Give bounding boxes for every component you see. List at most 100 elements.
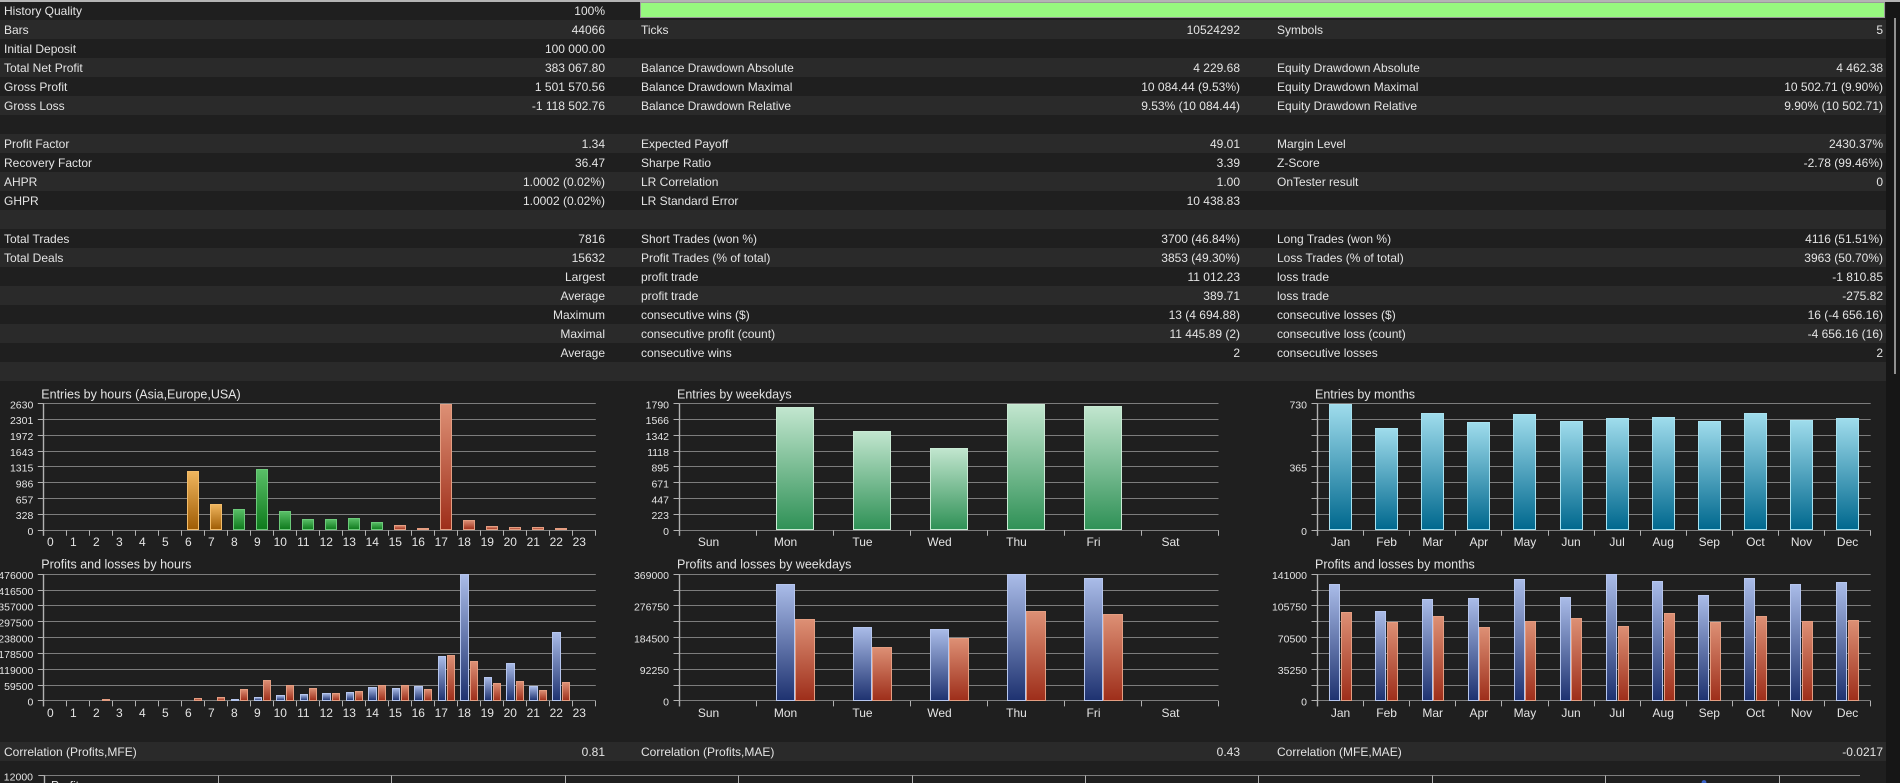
svg-text:0: 0 xyxy=(47,535,54,549)
svg-text:Sep: Sep xyxy=(1699,706,1721,720)
svg-text:2630: 2630 xyxy=(10,399,34,411)
svg-text:21: 21 xyxy=(527,706,541,720)
svg-text:Jul: Jul xyxy=(1609,706,1624,720)
svg-text:Aug: Aug xyxy=(1653,706,1674,720)
svg-text:0: 0 xyxy=(27,526,33,538)
svg-text:Entries by months: Entries by months xyxy=(1315,387,1415,401)
svg-text:7: 7 xyxy=(208,535,215,549)
svg-text:1: 1 xyxy=(70,706,77,720)
svg-text:365: 365 xyxy=(1289,463,1307,475)
svg-text:3: 3 xyxy=(116,706,123,720)
svg-text:17: 17 xyxy=(435,706,449,720)
svg-text:184500: 184500 xyxy=(634,633,669,645)
svg-text:59500: 59500 xyxy=(4,681,33,693)
svg-text:Jan: Jan xyxy=(1331,706,1350,720)
svg-text:14: 14 xyxy=(366,706,380,720)
svg-text:Sat: Sat xyxy=(1161,706,1180,720)
svg-text:276750: 276750 xyxy=(634,602,669,614)
svg-text:May: May xyxy=(1514,535,1537,549)
svg-text:Jun: Jun xyxy=(1561,706,1580,720)
svg-text:Feb: Feb xyxy=(1376,535,1397,549)
svg-text:416500: 416500 xyxy=(0,586,33,598)
svg-text:10: 10 xyxy=(274,706,288,720)
svg-text:Tue: Tue xyxy=(852,535,873,549)
svg-text:Mar: Mar xyxy=(1422,706,1443,720)
svg-text:9: 9 xyxy=(254,535,261,549)
svg-text:Nov: Nov xyxy=(1791,706,1812,720)
svg-text:11: 11 xyxy=(297,706,310,720)
svg-text:19: 19 xyxy=(481,535,495,549)
svg-text:Entries by hours (Asia,Europe,: Entries by hours (Asia,Europe,USA) xyxy=(41,387,240,401)
svg-text:2301: 2301 xyxy=(10,415,34,427)
svg-text:0: 0 xyxy=(27,697,33,709)
svg-text:Profits: Profits xyxy=(51,779,85,783)
svg-text:Dec: Dec xyxy=(1837,706,1858,720)
svg-text:Mon: Mon xyxy=(774,535,797,549)
svg-text:357000: 357000 xyxy=(0,602,33,614)
svg-text:1972: 1972 xyxy=(10,431,34,443)
svg-text:0: 0 xyxy=(663,526,669,538)
svg-text:35250: 35250 xyxy=(1278,665,1307,677)
svg-text:92250: 92250 xyxy=(640,665,669,677)
svg-text:Apr: Apr xyxy=(1469,706,1488,720)
svg-text:20: 20 xyxy=(504,706,518,720)
svg-text:Jun: Jun xyxy=(1561,535,1580,549)
svg-text:Sun: Sun xyxy=(698,706,719,720)
svg-text:Thu: Thu xyxy=(1006,535,1027,549)
svg-text:Tue: Tue xyxy=(852,706,873,720)
svg-text:671: 671 xyxy=(651,478,669,490)
svg-text:0: 0 xyxy=(1301,697,1307,709)
svg-text:23: 23 xyxy=(573,706,587,720)
svg-text:Profits and losses by hours: Profits and losses by hours xyxy=(41,557,191,571)
svg-text:23: 23 xyxy=(573,535,587,549)
svg-text:Apr: Apr xyxy=(1469,535,1488,549)
svg-text:141000: 141000 xyxy=(1272,570,1307,582)
svg-text:0: 0 xyxy=(47,706,54,720)
svg-text:2: 2 xyxy=(93,535,100,549)
svg-text:16: 16 xyxy=(412,535,426,549)
svg-text:13: 13 xyxy=(343,706,357,720)
svg-text:986: 986 xyxy=(16,478,34,490)
svg-text:11: 11 xyxy=(297,535,310,549)
svg-text:1315: 1315 xyxy=(10,463,34,475)
svg-text:730: 730 xyxy=(1289,399,1307,411)
svg-text:21: 21 xyxy=(527,535,541,549)
svg-text:Dec: Dec xyxy=(1837,535,1858,549)
svg-text:6: 6 xyxy=(185,535,192,549)
svg-text:9: 9 xyxy=(254,706,261,720)
svg-text:Feb: Feb xyxy=(1376,706,1397,720)
svg-text:1342: 1342 xyxy=(646,431,670,443)
svg-text:16: 16 xyxy=(412,706,426,720)
svg-text:Sat: Sat xyxy=(1161,535,1180,549)
svg-text:1643: 1643 xyxy=(10,447,34,459)
svg-text:22: 22 xyxy=(550,706,564,720)
svg-text:369000: 369000 xyxy=(634,570,669,582)
svg-text:18: 18 xyxy=(458,535,472,549)
svg-text:5: 5 xyxy=(162,706,169,720)
svg-text:Nov: Nov xyxy=(1791,535,1812,549)
svg-text:22: 22 xyxy=(550,535,564,549)
svg-text:1790: 1790 xyxy=(646,399,670,411)
svg-text:5: 5 xyxy=(162,535,169,549)
svg-text:Wed: Wed xyxy=(927,706,951,720)
svg-text:119000: 119000 xyxy=(0,665,33,677)
svg-text:4: 4 xyxy=(139,706,146,720)
svg-text:Aug: Aug xyxy=(1653,535,1674,549)
svg-text:Oct: Oct xyxy=(1746,535,1765,549)
svg-text:18: 18 xyxy=(458,706,472,720)
svg-text:1118: 1118 xyxy=(647,447,669,459)
svg-text:Sun: Sun xyxy=(698,535,719,549)
svg-text:Fri: Fri xyxy=(1087,706,1101,720)
svg-text:7: 7 xyxy=(208,706,215,720)
svg-text:223: 223 xyxy=(651,510,669,522)
svg-text:15: 15 xyxy=(389,535,403,549)
svg-text:297500: 297500 xyxy=(0,617,33,629)
svg-text:13: 13 xyxy=(343,535,357,549)
svg-text:895: 895 xyxy=(651,463,669,475)
svg-text:10: 10 xyxy=(274,535,288,549)
svg-text:238000: 238000 xyxy=(0,633,33,645)
svg-text:Profits and losses by months: Profits and losses by months xyxy=(1315,557,1475,571)
svg-text:15: 15 xyxy=(389,706,403,720)
svg-text:Mon: Mon xyxy=(774,706,797,720)
svg-text:1566: 1566 xyxy=(646,415,670,427)
